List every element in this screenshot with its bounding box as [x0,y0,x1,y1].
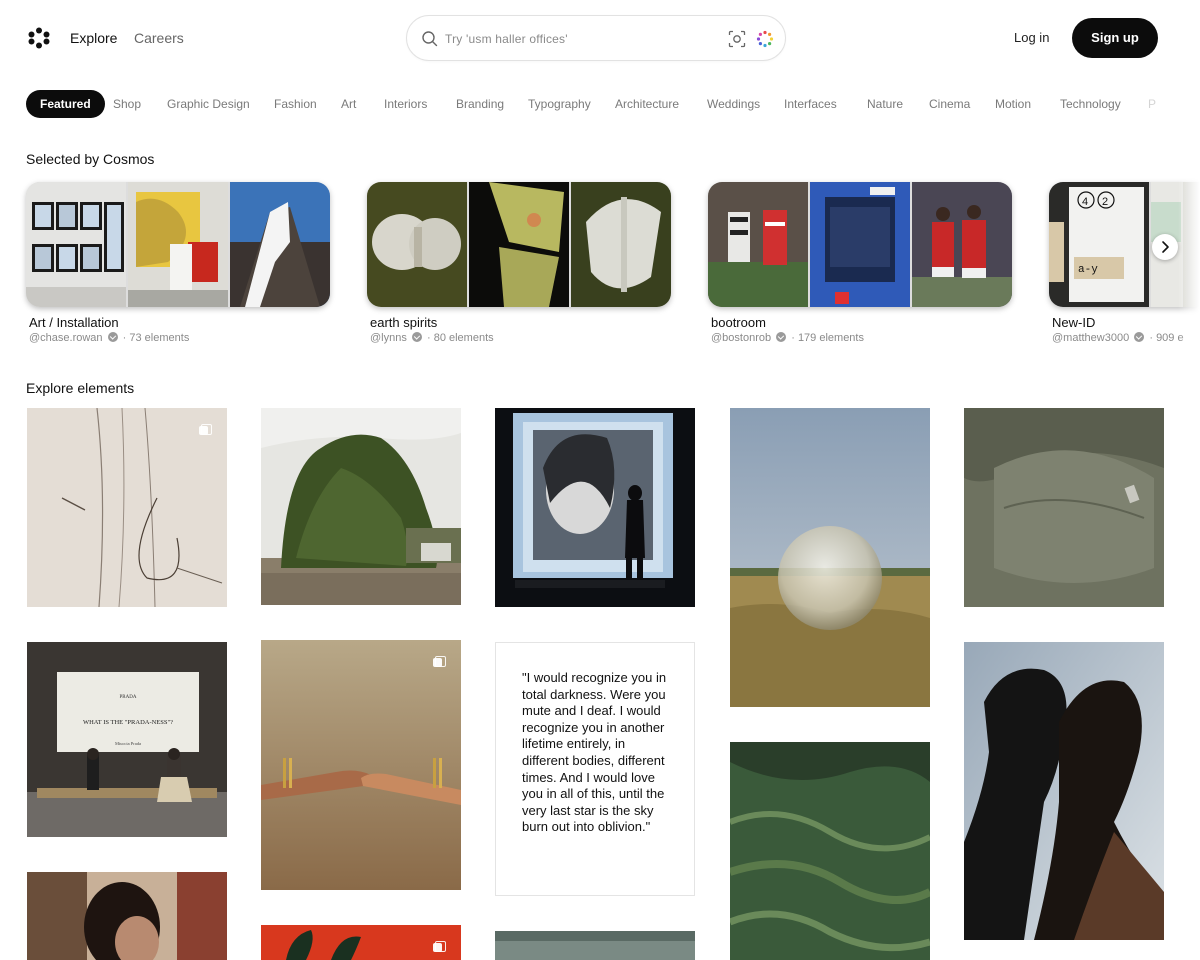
svg-text:4: 4 [1082,196,1088,208]
login-link[interactable]: Log in [1014,30,1049,45]
collection-meta: @matthew3000 · 909 e [1052,332,1184,344]
collection-thumbnails [708,182,1012,307]
element-image-card[interactable] [27,872,227,960]
prada-screen-sub: Miuccia Prada [114,741,142,746]
category-chip-weddings[interactable]: Weddings [707,90,760,118]
element-image-card[interactable] [964,408,1164,607]
carousel-fade [1178,86,1200,356]
collection-count: · 73 elements [122,332,190,344]
visual-search-icon[interactable] [728,30,746,48]
category-filter-bar: Featured Shop Graphic Design Fashion Art… [26,90,1200,118]
collection-meta: @chase.rowan · 73 elements [29,332,189,344]
category-chip-shop[interactable]: Shop [113,90,141,118]
search-icon [422,31,438,47]
collection-thumb-image [810,182,910,307]
element-image-card[interactable] [261,408,461,605]
collection-thumb-image [367,182,467,307]
collection-thumb-image [128,182,228,307]
collection-count: · 80 elements [426,332,494,344]
collection-meta: @lynns · 80 elements [370,332,494,344]
element-image-card[interactable] [495,931,695,960]
category-chip-architecture[interactable]: Architecture [615,90,679,118]
element-image-card[interactable] [730,408,930,707]
collection-count: · 179 elements [791,332,864,344]
multiple-images-icon [199,424,212,436]
element-image-card[interactable] [261,925,461,960]
nav-careers-link[interactable]: Careers [134,30,184,46]
explore-section-title: Explore elements [26,380,135,396]
collection-user[interactable]: @chase.rowan [29,332,103,344]
carousel-next-button[interactable] [1152,234,1178,260]
category-chip-featured[interactable]: Featured [26,90,105,118]
collection-thumb-image [912,182,1012,307]
category-chip-truncated[interactable]: P [1148,90,1156,118]
top-bar: Explore Careers Log in Sign up [0,0,1200,76]
category-chip-motion[interactable]: Motion [995,90,1031,118]
collection-title[interactable]: earth spirits [370,315,437,330]
prada-screen-headline: WHAT IS THE "PRADA-NESS"? [82,719,174,726]
collection-thumb-image [469,182,569,307]
element-image-card[interactable] [964,642,1164,940]
element-image-card[interactable] [495,408,695,607]
collection-user[interactable]: @matthew3000 [1052,332,1129,344]
collection-thumb-image [230,182,330,307]
collection-thumbnails [367,182,671,307]
selected-section-title: Selected by Cosmos [26,151,155,167]
category-chip-cinema[interactable]: Cinema [929,90,970,118]
collection-thumb-image: 4 2 a-y [1049,182,1149,307]
collection-user[interactable]: @bostonrob [711,332,771,344]
verified-badge-icon [411,332,422,342]
quote-text-card[interactable]: "I would recognize you in total darkness… [495,642,695,896]
prada-screen-brand: PRADA [119,695,137,700]
category-chip-graphic-design[interactable]: Graphic Design [167,90,250,118]
collection-title[interactable]: Art / Installation [29,315,119,330]
category-chip-technology[interactable]: Technology [1060,90,1121,118]
collection-thumbnails [26,182,330,307]
category-chip-branding[interactable]: Branding [456,90,504,118]
svg-text:a-y: a-y [1078,264,1098,276]
category-chip-nature[interactable]: Nature [867,90,903,118]
multiple-images-icon [433,656,446,668]
category-chip-typography[interactable]: Typography [528,90,591,118]
category-chip-interiors[interactable]: Interiors [384,90,427,118]
collection-title[interactable]: New-ID [1052,315,1095,330]
quote-text: "I would recognize you in total darkness… [522,670,667,835]
element-image-card[interactable] [261,640,461,890]
collection-thumb-image [708,182,808,307]
search-input[interactable] [445,28,715,50]
cosmos-logo-icon[interactable] [28,27,50,49]
chevron-right-icon [1162,241,1169,253]
search-bar[interactable] [406,15,786,61]
verified-badge-icon [776,332,787,342]
collection-thumb-image [571,182,671,307]
nav-explore-link[interactable]: Explore [70,30,117,46]
category-chip-interfaces[interactable]: Interfaces [784,90,837,118]
element-image-card[interactable] [27,408,227,607]
collection-title[interactable]: bootroom [711,315,766,330]
svg-text:2: 2 [1102,196,1108,208]
element-image-card[interactable] [730,742,930,960]
multiple-images-icon [433,941,446,953]
collection-thumb-image [26,182,126,307]
category-chip-fashion[interactable]: Fashion [274,90,317,118]
collection-user[interactable]: @lynns [370,332,407,344]
verified-badge-icon [1134,332,1145,342]
category-chip-art[interactable]: Art [341,90,356,118]
collection-meta: @bostonrob · 179 elements [711,332,864,344]
signup-button[interactable]: Sign up [1072,18,1158,58]
element-image-card[interactable]: PRADA WHAT IS THE "PRADA-NESS"? Miuccia … [27,642,227,837]
color-search-icon[interactable] [756,30,774,48]
verified-badge-icon [107,332,118,342]
